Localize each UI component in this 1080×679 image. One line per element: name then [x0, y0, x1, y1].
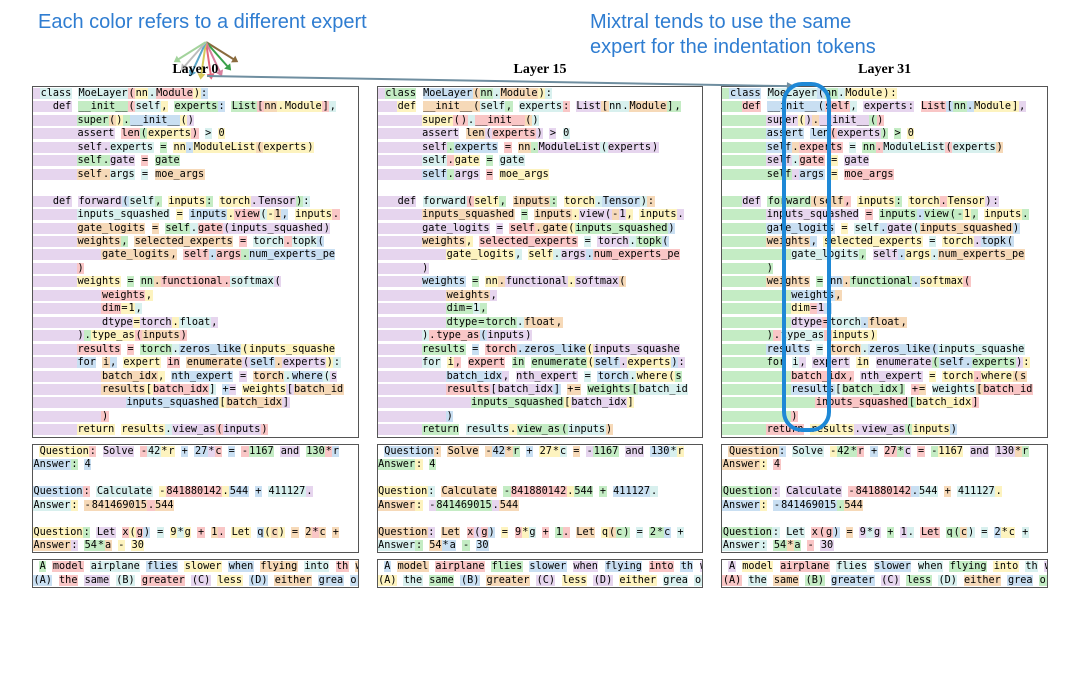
math-panel-layer31: Question: Solve -42*r + 27*c = -1167 and… — [721, 444, 1048, 554]
math-panel-layer0: Question: Solve -42*r + 27*c = -1167 and… — [32, 444, 359, 554]
annotation-right: Mixtral tends to use the same expert for… — [590, 10, 1040, 60]
text-panel-layer0: A model airplane flies slower when flyin… — [32, 559, 359, 588]
math-panel-layer15: Question: Solve -42*r + 27*c = -1167 and… — [377, 444, 704, 554]
annotation-left: Each color refers to a different expert — [38, 10, 367, 35]
text-panel-layer31: A model airplane flies slower when flyin… — [721, 559, 1048, 588]
code-panel-layer0: class MoeLayer(nn.Module): def __init__(… — [32, 86, 359, 438]
column-header-layer15: Layer 15 — [377, 62, 704, 80]
text-panel-layer15: A model airplane flies slower when flyin… — [377, 559, 704, 588]
figure-grid: Layer 0 Layer 15 Layer 31 class MoeLayer… — [32, 62, 1048, 588]
code-panel-layer15: class MoeLayer(nn.Module): def __init__(… — [377, 86, 704, 438]
column-header-layer31: Layer 31 — [721, 62, 1048, 80]
code-panel-layer31: class MoeLayer(nn.Module): def __init__(… — [721, 86, 1048, 438]
column-header-layer0: Layer 0 — [32, 62, 359, 80]
